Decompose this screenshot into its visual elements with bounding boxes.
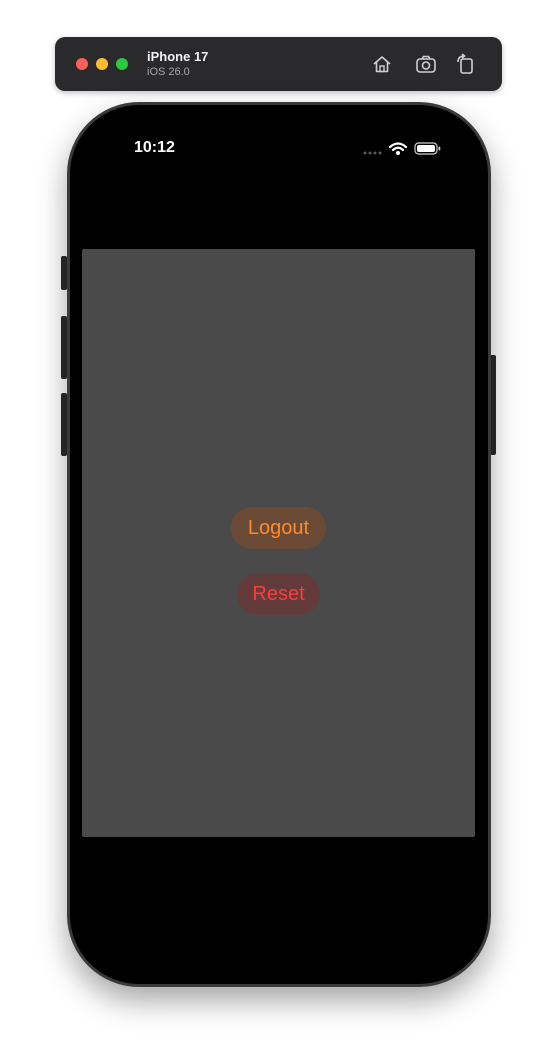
home-icon[interactable] (371, 53, 393, 75)
app-content-view: Logout Reset (82, 249, 475, 837)
status-icons (362, 140, 442, 158)
device-name: iPhone 17 (147, 49, 209, 64)
cellular-signal-icon (363, 151, 382, 155)
wifi-icon (388, 142, 408, 155)
screenshot-icon[interactable] (415, 53, 437, 75)
close-window-button[interactable] (76, 58, 88, 70)
rotate-icon[interactable] (454, 53, 476, 75)
minimize-window-button[interactable] (96, 58, 108, 70)
logout-button[interactable]: Logout (231, 507, 326, 549)
status-time: 10:12 (134, 139, 175, 156)
simulator-toolbar: iPhone 17 iOS 26.0 (55, 37, 502, 91)
battery-icon (414, 142, 441, 155)
reset-button[interactable]: Reset (237, 573, 320, 615)
zoom-window-button[interactable] (116, 58, 128, 70)
os-version: iOS 26.0 (147, 66, 190, 78)
